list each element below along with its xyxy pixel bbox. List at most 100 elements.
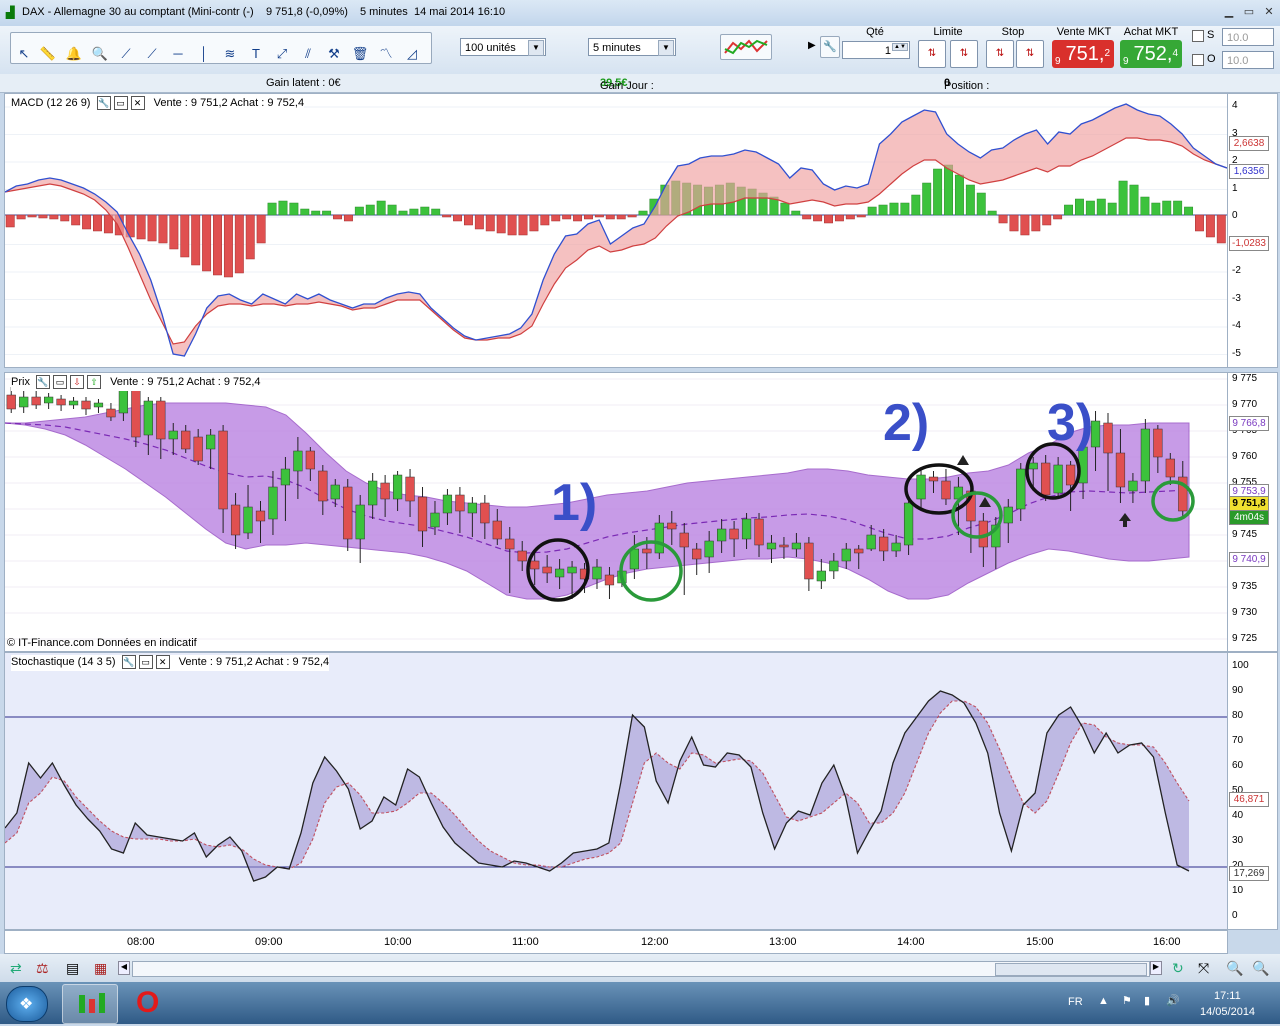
limit-sell-button[interactable]: ⇅ <box>950 40 978 68</box>
candle-body <box>854 548 864 554</box>
candle-body <box>355 504 365 540</box>
o-checkbox[interactable] <box>1192 54 1204 66</box>
macd-chart <box>5 103 1227 357</box>
candle-body <box>1115 452 1126 488</box>
drawing-tools: ↖ 📏 🔔 🔍 ⟋ ⟋ ─ │ ≋ T ⤢ ⫽ ⚒ 🗑 〽 ◿ <box>10 32 432 64</box>
qty-input[interactable]: 1 ▲▼ <box>842 41 910 59</box>
wrench-icon[interactable]: 🔧 <box>96 96 111 110</box>
template-icon[interactable]: ▦ <box>94 960 107 977</box>
window-icon[interactable]: ▭ <box>138 655 153 669</box>
sell-market-button[interactable]: 9 751,2 <box>1052 40 1114 68</box>
language-indicator[interactable]: FR <box>1068 996 1083 1008</box>
macd-histogram-bar <box>922 182 932 216</box>
buy-arrow-icon[interactable]: ⇧ <box>87 375 102 389</box>
macd-histogram-bar <box>540 214 550 226</box>
candle-body <box>68 400 79 406</box>
sell-arrow-icon[interactable]: ⇩ <box>70 375 85 389</box>
sell-price-main: 751, <box>1065 43 1105 65</box>
start-button[interactable]: ❖ <box>6 986 48 1022</box>
cursor-icon[interactable]: ↖ <box>13 43 35 65</box>
buy-market-button[interactable]: 9 752,4 <box>1120 40 1182 68</box>
candle-body <box>31 396 41 406</box>
price-panel[interactable]: Prix 🔧 ▭ ⇩ ⇧ Vente : 9 751,2 Achat : 9 752,… <box>4 372 1228 652</box>
s-input[interactable]: 10.0 <box>1222 28 1274 46</box>
zoom-in-icon[interactable]: 🔍 <box>1252 960 1269 977</box>
minimize-icon[interactable]: ▁ <box>1222 6 1236 18</box>
candle-body <box>841 548 851 562</box>
window-icon[interactable]: ▭ <box>53 375 68 389</box>
taskbar-app-prorealtime[interactable] <box>62 984 118 1024</box>
print-icon[interactable]: ▤ <box>66 960 79 977</box>
axis-tick-label: 9 770 <box>1232 399 1258 410</box>
network-icon[interactable]: ▮ <box>1144 994 1150 1007</box>
candle-body <box>268 486 278 520</box>
toolbar-scroll-icon[interactable]: ▶ <box>808 40 816 51</box>
macd-histogram-bar <box>1064 204 1073 216</box>
zoom-out-icon[interactable]: 🔍 <box>1226 960 1243 977</box>
close-icon[interactable]: ✕ <box>155 655 170 669</box>
candle-body <box>517 550 527 562</box>
macd-histogram-bar <box>1118 180 1128 216</box>
candle-body <box>654 522 664 554</box>
ruler-icon[interactable]: 📏 <box>37 43 59 65</box>
hline-icon[interactable]: ─ <box>167 43 189 65</box>
stop-sell-button[interactable]: ⇅ <box>1016 40 1044 68</box>
horizontal-scrollbar[interactable] <box>132 961 1150 977</box>
bell-icon[interactable]: 🔔 <box>63 43 85 65</box>
zoom-icon[interactable]: 🔍 <box>89 43 111 65</box>
stoch-panel[interactable]: Stochastique (14 3 5) 🔧 ▭ ✕ Vente : 9 751,… <box>4 652 1228 930</box>
text-icon[interactable]: T <box>245 43 267 65</box>
clock-date[interactable]: 14/05/2014 <box>1200 1006 1255 1018</box>
o-input[interactable]: 10.0 <box>1222 51 1274 69</box>
triangle-icon[interactable]: ◿ <box>401 43 423 65</box>
units-select[interactable]: 100 unités ▼ <box>460 38 546 56</box>
fibonacci-icon[interactable]: ≋ <box>219 43 241 65</box>
pattern-icon[interactable]: 〽 <box>375 43 397 65</box>
tools-icon[interactable]: ⚒ <box>323 43 345 65</box>
s-checkbox[interactable] <box>1192 30 1204 42</box>
scroll-right-button[interactable]: ▶ <box>1150 961 1162 975</box>
flag-icon[interactable]: ⚑ <box>1122 994 1132 1007</box>
window-icon[interactable]: ▭ <box>113 96 128 110</box>
autoscroll-icon[interactable]: ↻ <box>1172 960 1184 977</box>
volume-icon[interactable]: 🔊 <box>1166 994 1180 1007</box>
wrench-icon[interactable]: 🔧 <box>820 36 840 58</box>
time-label: 09:00 <box>255 936 283 948</box>
compare-icon[interactable]: ⚖ <box>36 960 49 977</box>
ray-icon[interactable]: ⟋ <box>141 43 163 65</box>
vline-icon[interactable]: │ <box>193 43 215 65</box>
period-select[interactable]: 5 minutes ▼ <box>588 38 676 56</box>
wrench-icon[interactable]: 🔧 <box>121 655 136 669</box>
stepper-icon[interactable]: ▲▼ <box>892 43 908 51</box>
macd-histogram-bar <box>791 210 801 216</box>
macd-histogram-bar <box>1216 214 1226 244</box>
limit-buy-button[interactable]: ⇅ <box>918 40 946 68</box>
macd-panel[interactable]: MACD (12 26 9) 🔧 ▭ ✕ Vente : 9 751,2 Achat… <box>4 93 1228 368</box>
maximize-icon[interactable]: ▭ <box>1242 6 1256 18</box>
stoch-tag-signal: 46,871 <box>1229 792 1269 807</box>
clock-time[interactable]: 17:11 <box>1214 990 1241 1002</box>
parallel-icon[interactable]: ⫽ <box>297 43 319 65</box>
chart-link-icon[interactable]: ⇄ <box>10 960 22 977</box>
taskbar-app-opera[interactable]: O <box>122 984 176 1022</box>
time-label: 12:00 <box>641 936 669 948</box>
candle-body <box>492 520 502 540</box>
scrollbar-thumb[interactable] <box>995 963 1147 976</box>
tray-arrow-icon[interactable]: ▲ <box>1098 995 1109 1007</box>
channel-icon[interactable]: ⤢ <box>271 43 293 65</box>
fit-icon[interactable]: ⤧ <box>1198 960 1209 977</box>
trash-icon[interactable]: 🗑 <box>349 43 371 65</box>
wrench-icon[interactable]: 🔧 <box>36 375 51 389</box>
candle-body <box>343 486 353 540</box>
macd-histogram-bar <box>322 210 332 216</box>
scroll-left-button[interactable]: ◀ <box>118 961 130 975</box>
line-icon[interactable]: ⟋ <box>115 43 137 65</box>
period-select-value: 5 minutes <box>593 42 641 54</box>
close-icon[interactable]: ✕ <box>1262 6 1276 18</box>
macd-histogram-bar <box>780 202 790 216</box>
candle-body <box>629 548 640 570</box>
stop-buy-button[interactable]: ⇅ <box>986 40 1014 68</box>
price-tag-timer: 4m04s <box>1229 510 1269 525</box>
chart-type-button[interactable] <box>720 34 772 60</box>
close-icon[interactable]: ✕ <box>130 96 145 110</box>
